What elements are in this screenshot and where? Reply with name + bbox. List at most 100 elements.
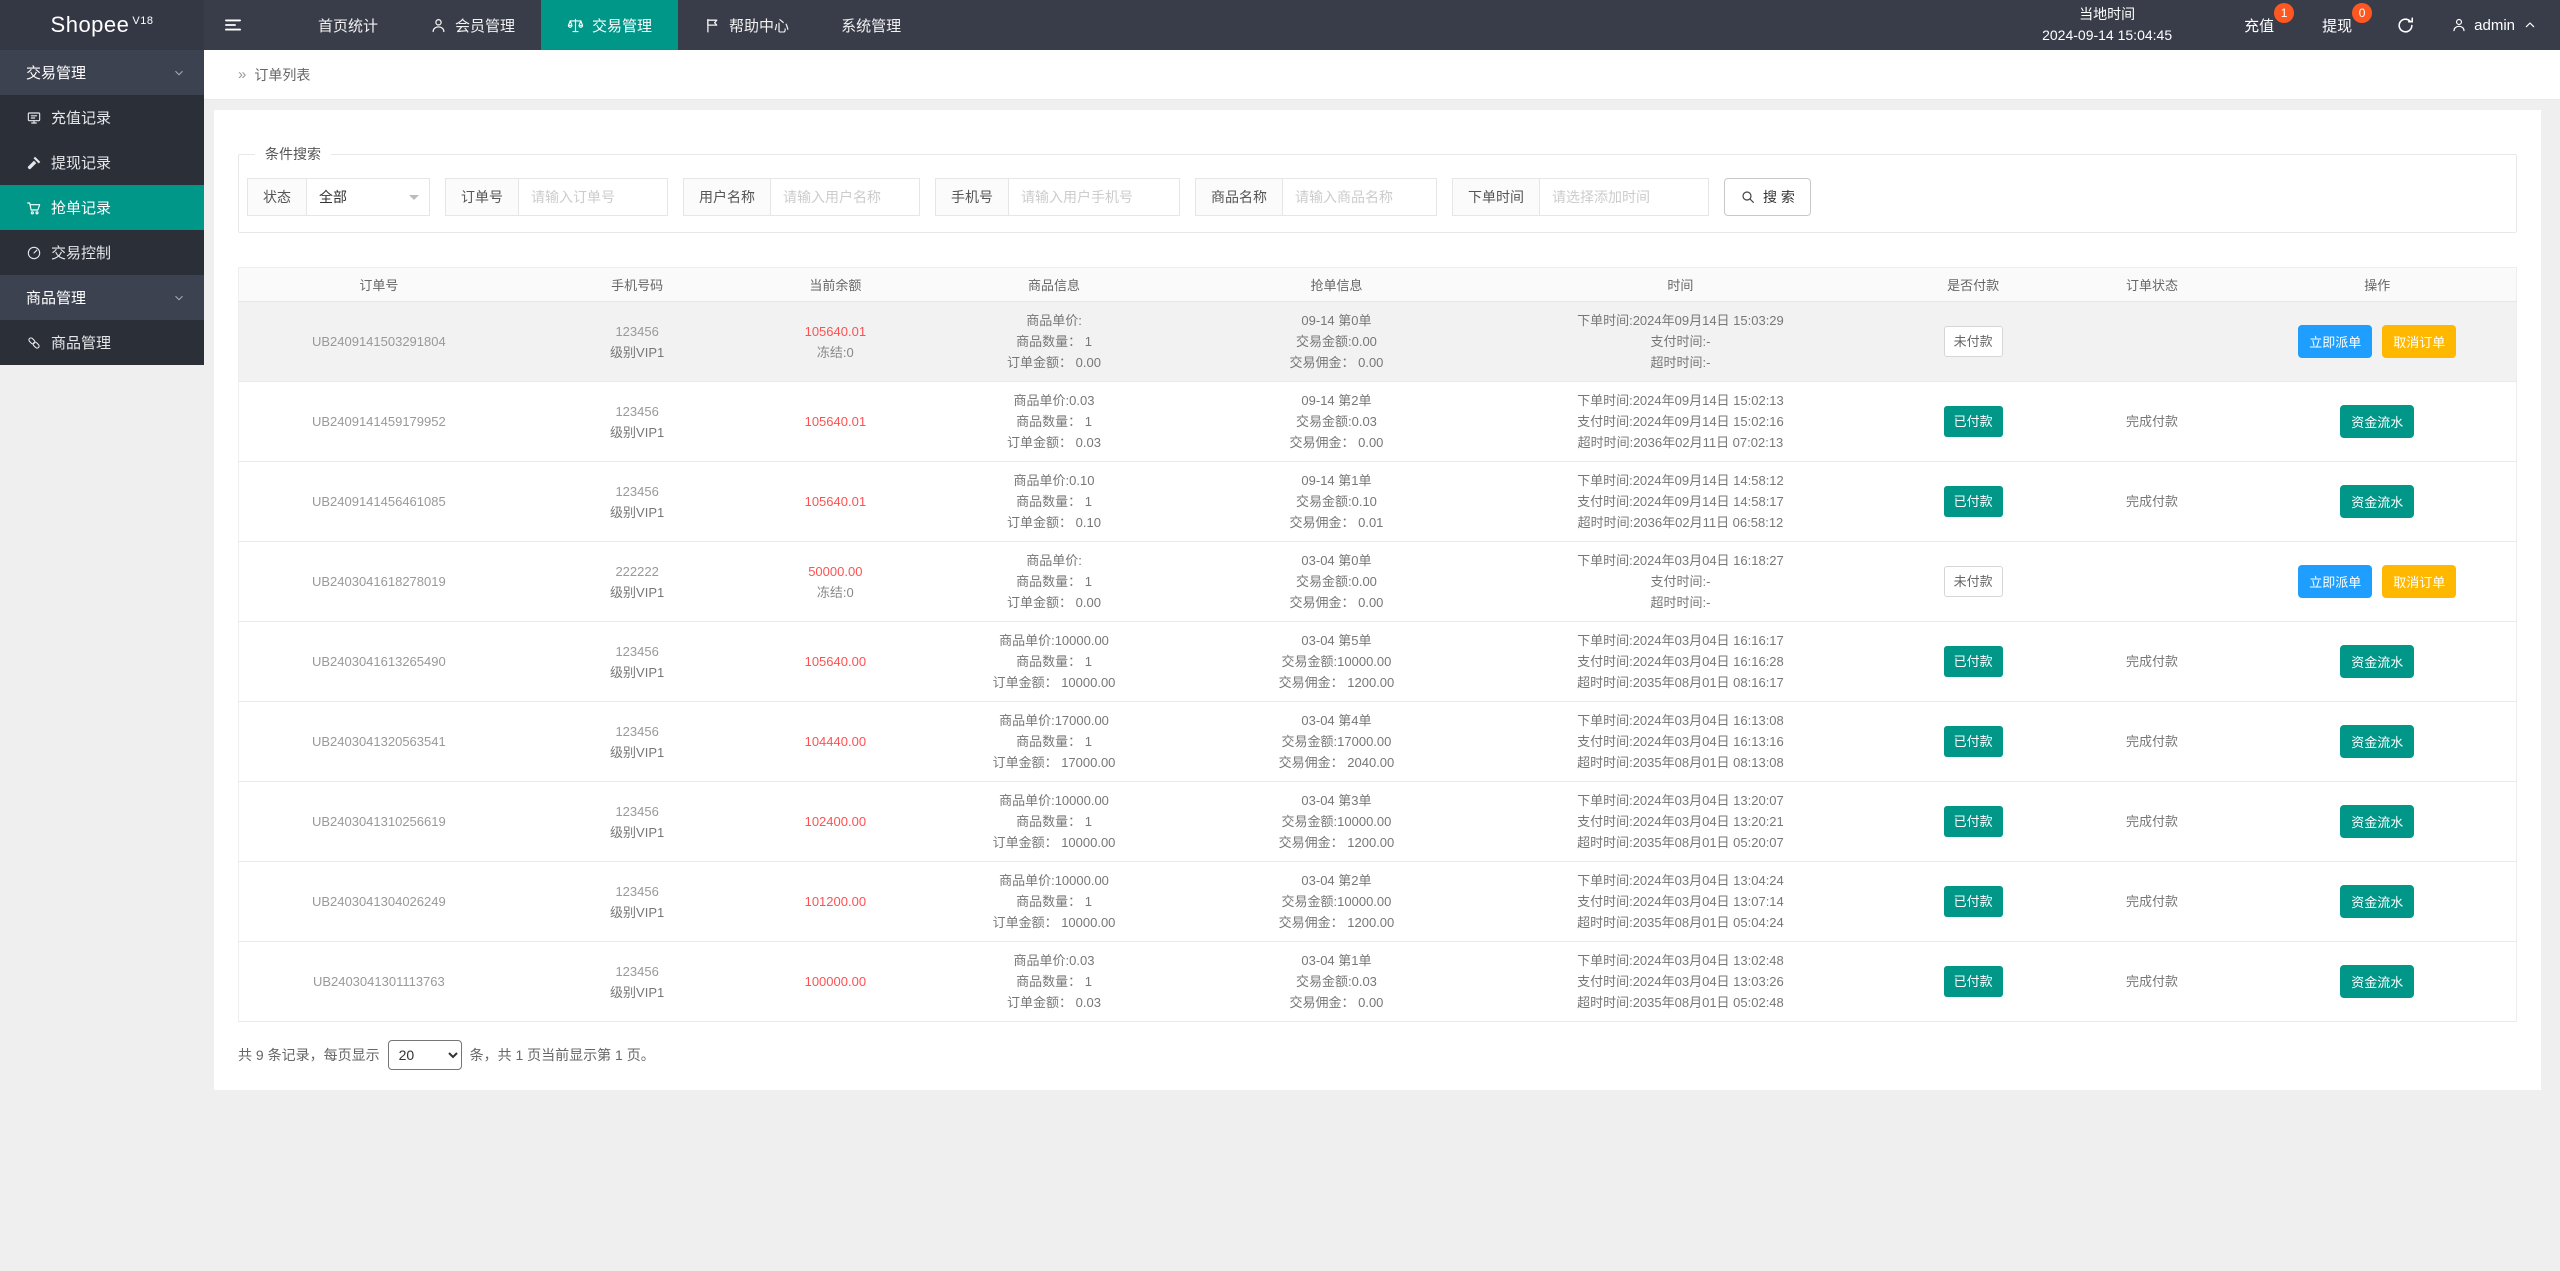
actions-cell: 资金流水	[2239, 782, 2517, 862]
grab-info-cell: 03-04 第2单交易金额:10000.00交易佣金： 1200.00	[1193, 862, 1480, 942]
fund-flow-button[interactable]: 资金流水	[2340, 725, 2414, 758]
nav-item-members[interactable]: 会员管理	[404, 0, 541, 50]
dispatch-button[interactable]: 立即派单	[2298, 325, 2372, 358]
paid-status-cell: 已付款	[1881, 622, 2066, 702]
actions-cell: 资金流水	[2239, 462, 2517, 542]
phone-number: 123456	[523, 801, 752, 822]
grab-info-cell: 03-04 第4单交易金额:17000.00交易佣金： 2040.00	[1193, 702, 1480, 782]
balance-cell: 104440.00	[756, 702, 915, 782]
nav-item-help[interactable]: 帮助中心	[678, 0, 815, 50]
order-no-cell: UB2403041310256619	[239, 782, 519, 862]
time-info-line: 超时时间:2035年08月01日 05:20:07	[1484, 832, 1877, 853]
order-status-cell: 完成付款	[2065, 702, 2238, 782]
order-status: 完成付款	[2126, 414, 2178, 429]
order-time-input[interactable]	[1539, 178, 1709, 216]
withdraw-link[interactable]: 提现 0	[2322, 15, 2352, 36]
vip-level: 级别VIP1	[523, 742, 752, 763]
sidebar-item-recharge-records[interactable]: 充值记录	[0, 95, 204, 140]
top-bar: Shopee V18 首页统计会员管理交易管理帮助中心系统管理 当地时间 202…	[0, 0, 2560, 50]
order-no-filter: 订单号	[445, 178, 668, 216]
fund-flow-button[interactable]: 资金流水	[2340, 485, 2414, 518]
search-button[interactable]: 搜 索	[1724, 178, 1811, 216]
paid-status-badge: 已付款	[1944, 886, 2003, 917]
nav-item-label: 交易管理	[592, 15, 652, 36]
recharge-label: 充值	[2244, 18, 2274, 35]
sidebar-group-label: 交易管理	[26, 62, 86, 83]
time-info-line: 超时时间:-	[1484, 592, 1877, 613]
product-info-line: 订单金额： 0.03	[919, 992, 1189, 1013]
time-info-cell: 下单时间:2024年03月04日 16:18:27支付时间:-超时时间:-	[1480, 542, 1881, 622]
username-input[interactable]	[770, 178, 920, 216]
gauge-icon	[26, 245, 42, 261]
order-status: 完成付款	[2126, 494, 2178, 509]
time-info-line: 下单时间:2024年03月04日 13:04:24	[1484, 870, 1877, 891]
order-no-cell: UB2409141459179952	[239, 382, 519, 462]
order-no-cell: UB2403041304026249	[239, 862, 519, 942]
fund-flow-button[interactable]: 资金流水	[2340, 405, 2414, 438]
product-info-line: 订单金额： 10000.00	[919, 832, 1189, 853]
product-info-cell: 商品单价:10000.00商品数量： 1订单金额： 10000.00	[915, 622, 1193, 702]
phone-filter-label: 手机号	[935, 178, 1008, 216]
fund-flow-button[interactable]: 资金流水	[2340, 645, 2414, 678]
sidebar-item-grab-records[interactable]: 抢单记录	[0, 185, 204, 230]
user-icon	[430, 17, 447, 34]
order-no-input[interactable]	[518, 178, 668, 216]
product-name-input[interactable]	[1282, 178, 1437, 216]
order-status: 完成付款	[2126, 814, 2178, 829]
nav-item-system[interactable]: 系统管理	[815, 0, 927, 50]
top-nav: 首页统计会员管理 交易管理 帮助中心系统管理	[292, 0, 927, 50]
product-info-line: 商品单价:10000.00	[919, 790, 1189, 811]
time-info-line: 下单时间:2024年03月04日 16:18:27	[1484, 550, 1877, 571]
phone-number: 123456	[523, 881, 752, 902]
hamburger-menu-icon[interactable]	[204, 0, 262, 50]
recharge-link[interactable]: 充值 1	[2244, 15, 2274, 36]
actions-cell: 立即派单取消订单	[2239, 542, 2517, 622]
page-size-select[interactable]: 20	[388, 1040, 462, 1070]
time-info-line: 超时时间:2035年08月01日 08:13:08	[1484, 752, 1877, 773]
sidebar-group-trade-manage[interactable]: 交易管理	[0, 50, 204, 95]
breadcrumb: » 订单列表	[204, 50, 2560, 100]
grab-info-line: 交易金额:0.10	[1197, 491, 1476, 512]
frozen-amount: 冻结:0	[760, 342, 911, 363]
cancel-order-button[interactable]: 取消订单	[2382, 565, 2456, 598]
gavel-icon	[26, 155, 42, 171]
cancel-order-button[interactable]: 取消订单	[2382, 325, 2456, 358]
time-info-line: 支付时间:2024年03月04日 16:16:28	[1484, 651, 1877, 672]
time-info-cell: 下单时间:2024年09月14日 15:03:29支付时间:-超时时间:-	[1480, 302, 1881, 382]
admin-menu[interactable]: admin	[2451, 17, 2538, 34]
order-status-cell: 完成付款	[2065, 782, 2238, 862]
sidebar-group-product-manage[interactable]: 商品管理	[0, 275, 204, 320]
time-info-line: 下单时间:2024年03月04日 13:02:48	[1484, 950, 1877, 971]
table-row: UB2409141456461085123456级别VIP1105640.01商…	[239, 462, 2517, 542]
fund-flow-button[interactable]: 资金流水	[2340, 885, 2414, 918]
status-select[interactable]: 全部	[306, 178, 430, 216]
balance-value: 105640.01	[760, 411, 911, 432]
sidebar-item-trade-control[interactable]: 交易控制	[0, 230, 204, 275]
sidebar-item-withdraw-records[interactable]: 提现记录	[0, 140, 204, 185]
nav-item-home[interactable]: 首页统计	[292, 0, 404, 50]
user-icon	[2451, 17, 2467, 33]
nav-item-trade[interactable]: 交易管理	[541, 0, 678, 50]
balance-value: 105640.00	[760, 651, 911, 672]
time-info-line: 支付时间:-	[1484, 571, 1877, 592]
paid-status-cell: 未付款	[1881, 302, 2066, 382]
time-info-line: 下单时间:2024年09月14日 15:02:13	[1484, 390, 1877, 411]
fund-flow-button[interactable]: 资金流水	[2340, 805, 2414, 838]
paid-status-cell: 已付款	[1881, 382, 2066, 462]
phone-input[interactable]	[1008, 178, 1180, 216]
time-info-cell: 下单时间:2024年03月04日 16:16:17支付时间:2024年03月04…	[1480, 622, 1881, 702]
balance-value: 105640.01	[760, 321, 911, 342]
product-info-line: 订单金额： 0.00	[919, 592, 1189, 613]
product-info-line: 订单金额： 10000.00	[919, 912, 1189, 933]
refresh-icon[interactable]	[2396, 16, 2415, 35]
dispatch-button[interactable]: 立即派单	[2298, 565, 2372, 598]
product-info-cell: 商品单价:0.03商品数量： 1订单金额： 0.03	[915, 382, 1193, 462]
sidebar: 交易管理充值记录提现记录抢单记录交易控制商品管理商品管理	[0, 50, 204, 365]
sidebar-item-product-management[interactable]: 商品管理	[0, 320, 204, 365]
admin-username: admin	[2474, 17, 2515, 34]
fund-flow-button[interactable]: 资金流水	[2340, 965, 2414, 998]
order-no-cell: UB2403041301113763	[239, 942, 519, 1022]
time-info-line: 超时时间:2035年08月01日 08:16:17	[1484, 672, 1877, 693]
chevron-down-icon	[409, 195, 419, 205]
order-status-cell	[2065, 302, 2238, 382]
